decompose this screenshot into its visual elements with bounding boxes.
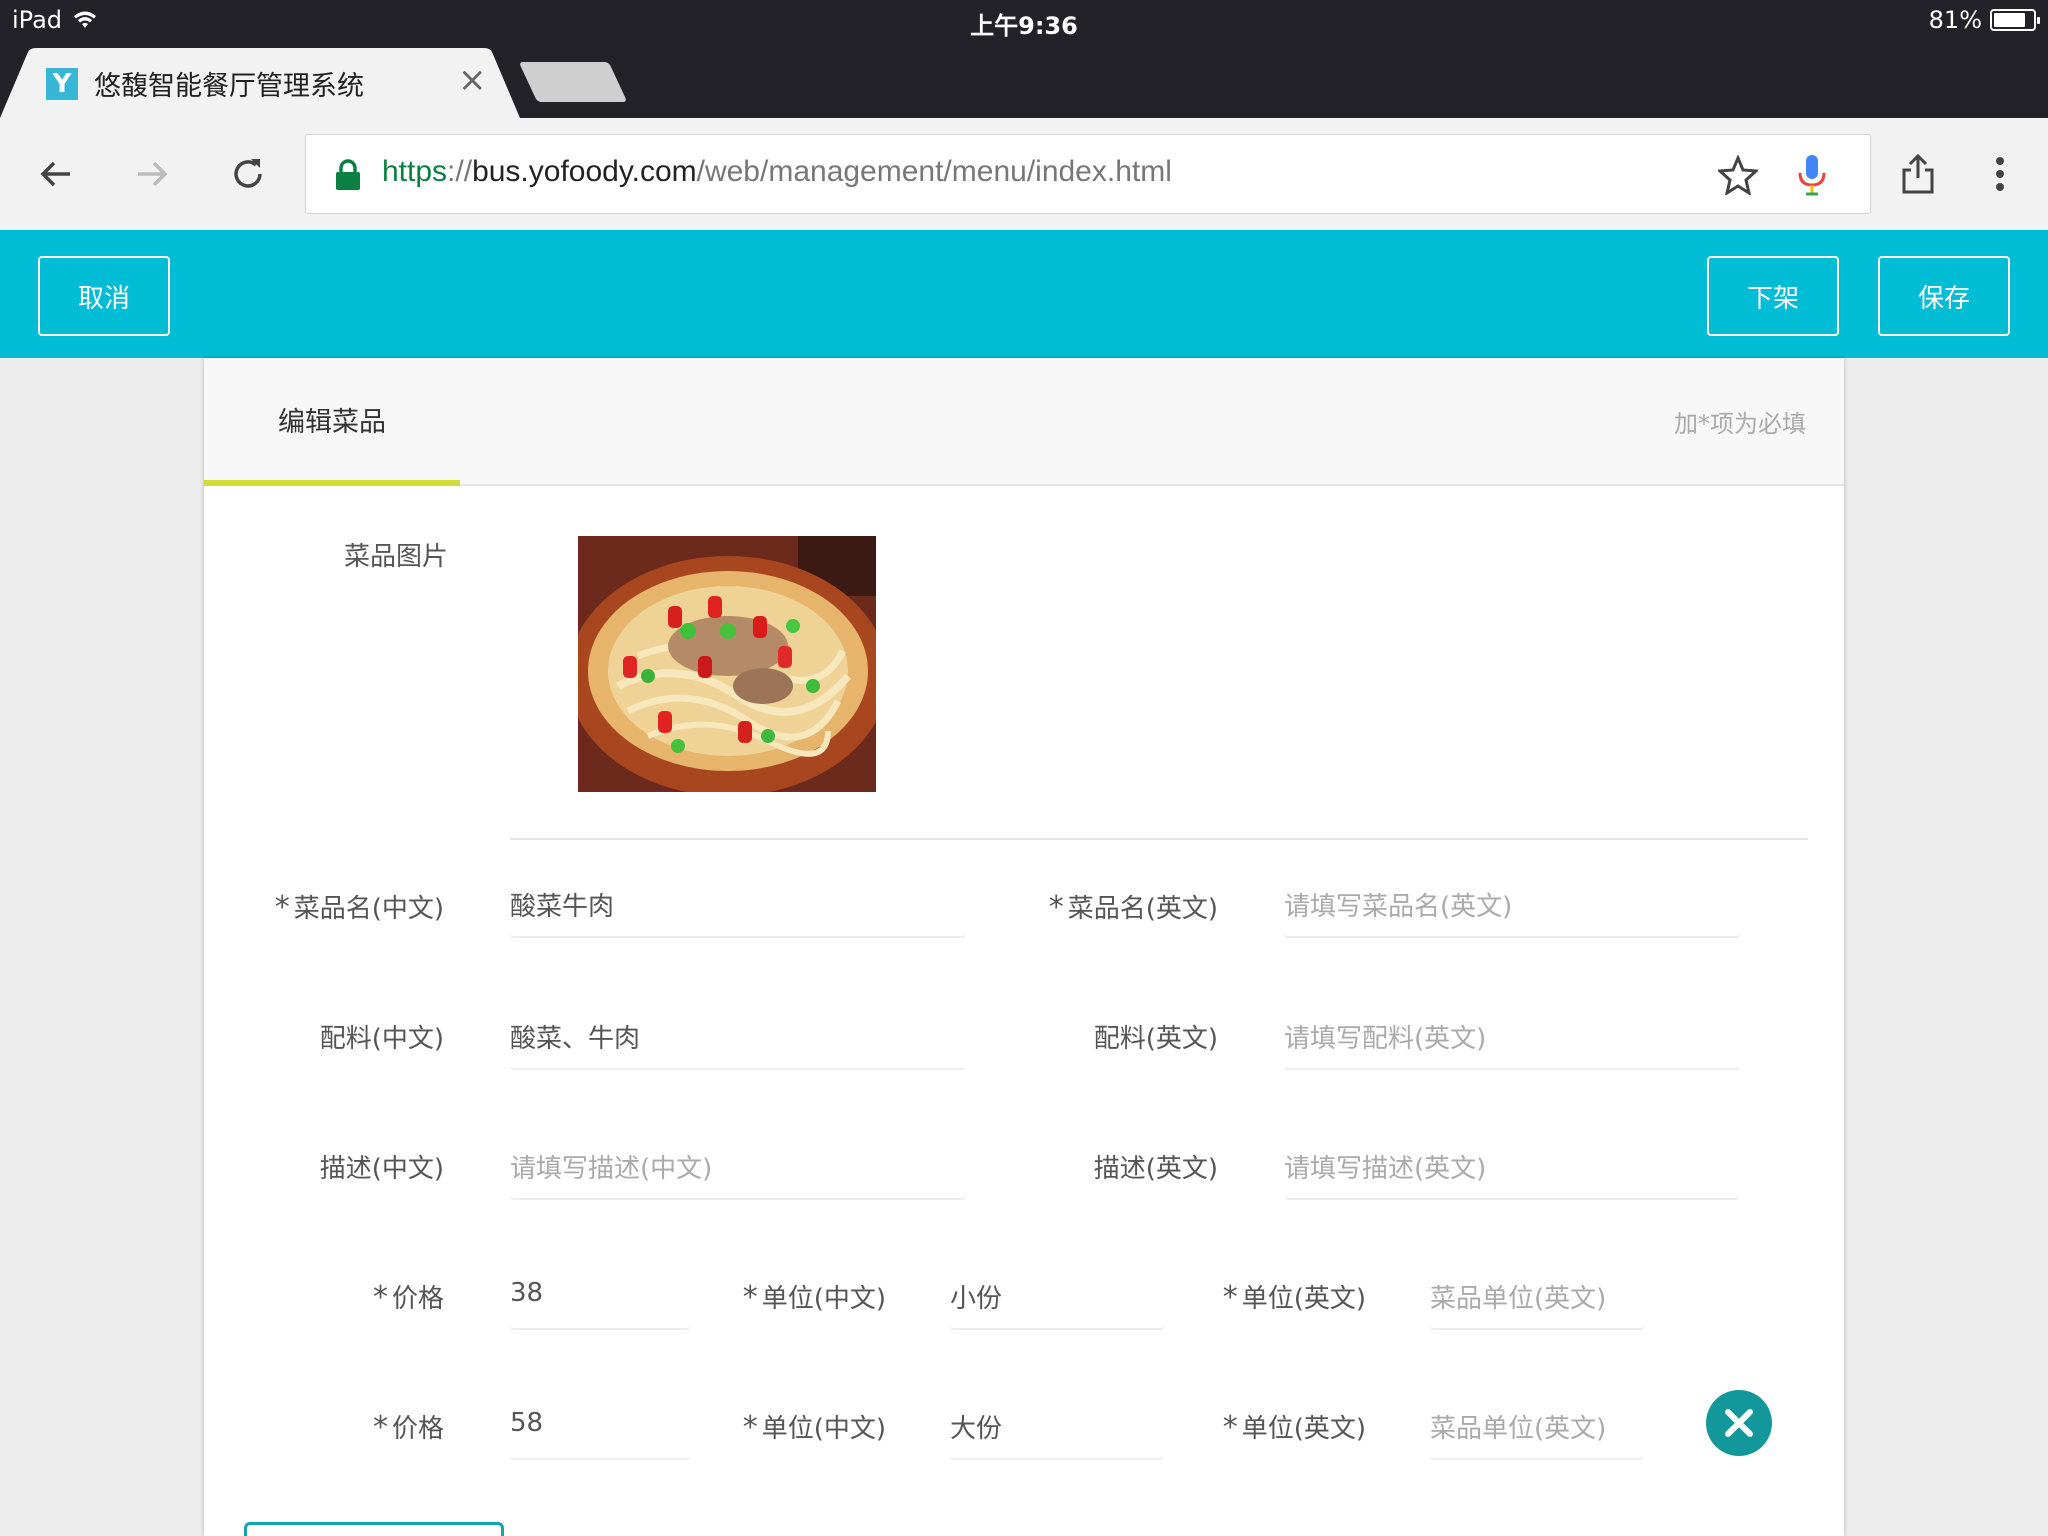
forward-arrow-icon[interactable] (124, 146, 180, 202)
ingredients-cn-value: 酸菜、牛肉 (510, 1024, 641, 1054)
name-cn-label: * 菜品名(中文) (244, 888, 444, 925)
cancel-button[interactable]: 取消 (38, 256, 170, 336)
url-separator: :// (447, 155, 473, 188)
lock-icon (326, 153, 370, 197)
price-value: 38 (510, 1278, 544, 1308)
name-en-field[interactable]: 请填写菜品名(英文) (1284, 848, 1740, 938)
name-en-label: * 菜品名(英文) (1004, 888, 1218, 925)
required-star-icon: * (372, 1410, 388, 1445)
status-bar: iPad 上午9:36 81% (0, 0, 2048, 40)
name-cn-value: 酸菜牛肉 (510, 892, 615, 922)
desc-cn-placeholder: 请填写描述(中文) (510, 1154, 713, 1184)
edit-dish-card: 编辑菜品 加*项为必填 菜品图片 * 菜品名(中文) 酸菜牛肉 * 菜品名(英文… (204, 358, 1844, 1536)
unit-cn-label-text: 单位(中文) (761, 1414, 886, 1444)
image-label: 菜品图片 (343, 542, 448, 572)
dish-image[interactable] (578, 536, 876, 792)
unit-cn-value: 大份 (950, 1414, 1003, 1444)
more-vert-icon[interactable] (1972, 146, 2028, 202)
battery-fill (1994, 13, 2025, 27)
desc-en-placeholder: 请填写描述(英文) (1284, 1154, 1487, 1184)
price-value: 58 (510, 1408, 544, 1438)
unit-cn-label: * 单位(中文) (674, 1278, 886, 1315)
star-icon[interactable] (1716, 153, 1760, 197)
price-field[interactable]: 38 (510, 1240, 690, 1330)
ingredients-cn-field[interactable]: 酸菜、牛肉 (510, 980, 966, 1070)
name-en-label-text: 菜品名(英文) (1067, 894, 1218, 924)
desc-cn-label: 描述(中文) (319, 1154, 444, 1184)
unit-en-label: * 单位(英文) (1154, 1278, 1366, 1315)
app-header: 取消 下架 保存 (0, 230, 2048, 358)
price-field[interactable]: 58 (510, 1370, 690, 1460)
unit-cn-field[interactable]: 小份 (950, 1240, 1164, 1330)
desc-en-label: 描述(英文) (1093, 1154, 1218, 1184)
browser-toolbar: https://bus.yofoody.com/web/management/m… (0, 118, 2048, 230)
microphone-icon[interactable] (1790, 153, 1834, 197)
close-icon (1725, 1409, 1753, 1437)
required-star-icon: * (1222, 1410, 1238, 1445)
unit-cn-label: * 单位(中文) (674, 1408, 886, 1445)
offshelf-button[interactable]: 下架 (1707, 256, 1839, 336)
divider (510, 838, 1808, 840)
clock: 上午9:36 (970, 12, 1078, 40)
close-tab-icon[interactable]: × (458, 60, 487, 100)
price-label-text: 价格 (391, 1414, 444, 1444)
name-en-placeholder: 请填写菜品名(英文) (1284, 892, 1513, 922)
back-arrow-icon[interactable] (28, 146, 84, 202)
desc-cn-field[interactable]: 请填写描述(中文) (510, 1110, 966, 1200)
battery-icon (1990, 9, 2040, 31)
reload-icon[interactable] (220, 146, 276, 202)
card-header: 编辑菜品 加*项为必填 (204, 358, 1844, 486)
desc-en-field[interactable]: 请填写描述(英文) (1284, 1110, 1740, 1200)
url-path: /web/management/menu/index.html (696, 155, 1172, 188)
url-scheme: https (382, 155, 448, 188)
unit-en-label: * 单位(英文) (1154, 1408, 1366, 1445)
unit-en-placeholder: 菜品单位(英文) (1430, 1414, 1607, 1444)
address-bar[interactable]: https://bus.yofoody.com/web/management/m… (305, 134, 1871, 214)
unit-cn-value: 小份 (950, 1284, 1003, 1314)
unit-cn-label-text: 单位(中文) (761, 1284, 886, 1314)
ingredients-en-placeholder: 请填写配料(英文) (1284, 1024, 1487, 1054)
battery-percent: 81% (1928, 6, 1982, 34)
required-star-icon: * (742, 1410, 758, 1445)
tab-edit-dish[interactable]: 编辑菜品 (204, 358, 460, 486)
url-host: bus.yofoody.com (472, 155, 697, 188)
unit-en-label-text: 单位(英文) (1241, 1284, 1366, 1314)
share-icon[interactable] (1890, 146, 1946, 202)
ingredients-cn-label: 配料(中文) (319, 1024, 444, 1054)
unit-cn-field[interactable]: 大份 (950, 1370, 1164, 1460)
price-label: * 价格 (244, 1408, 444, 1445)
required-star-icon: * (1222, 1280, 1238, 1315)
price-label-text: 价格 (391, 1284, 444, 1314)
add-price-button[interactable] (244, 1522, 504, 1536)
unit-en-field[interactable]: 菜品单位(英文) (1430, 1240, 1644, 1330)
tab-strip: Y 悠馥智能餐厅管理系统 × (0, 40, 2048, 118)
tab-title: 悠馥智能餐厅管理系统 (94, 71, 364, 102)
new-tab-button[interactable] (518, 62, 628, 102)
required-note: 加*项为必填 (1674, 410, 1806, 438)
url-text: https://bus.yofoody.com/web/management/m… (382, 155, 1172, 189)
required-star-icon: * (372, 1280, 388, 1315)
favicon-icon: Y (46, 67, 78, 100)
name-cn-field[interactable]: 酸菜牛肉 (510, 848, 966, 938)
required-star-icon: * (274, 890, 290, 925)
required-star-icon: * (1048, 890, 1064, 925)
ingredients-en-label: 配料(英文) (1093, 1024, 1218, 1054)
unit-en-label-text: 单位(英文) (1241, 1414, 1366, 1444)
price-label: * 价格 (244, 1278, 444, 1315)
browser-tab[interactable]: Y 悠馥智能餐厅管理系统 (46, 64, 364, 103)
unit-en-field[interactable]: 菜品单位(英文) (1430, 1370, 1644, 1460)
remove-price-button[interactable] (1706, 1390, 1772, 1456)
required-star-icon: * (742, 1280, 758, 1315)
dish-photo (578, 536, 876, 792)
unit-en-placeholder: 菜品单位(英文) (1430, 1284, 1607, 1314)
name-cn-label-text: 菜品名(中文) (293, 894, 444, 924)
save-button[interactable]: 保存 (1878, 256, 2010, 336)
ingredients-en-field[interactable]: 请填写配料(英文) (1284, 980, 1740, 1070)
